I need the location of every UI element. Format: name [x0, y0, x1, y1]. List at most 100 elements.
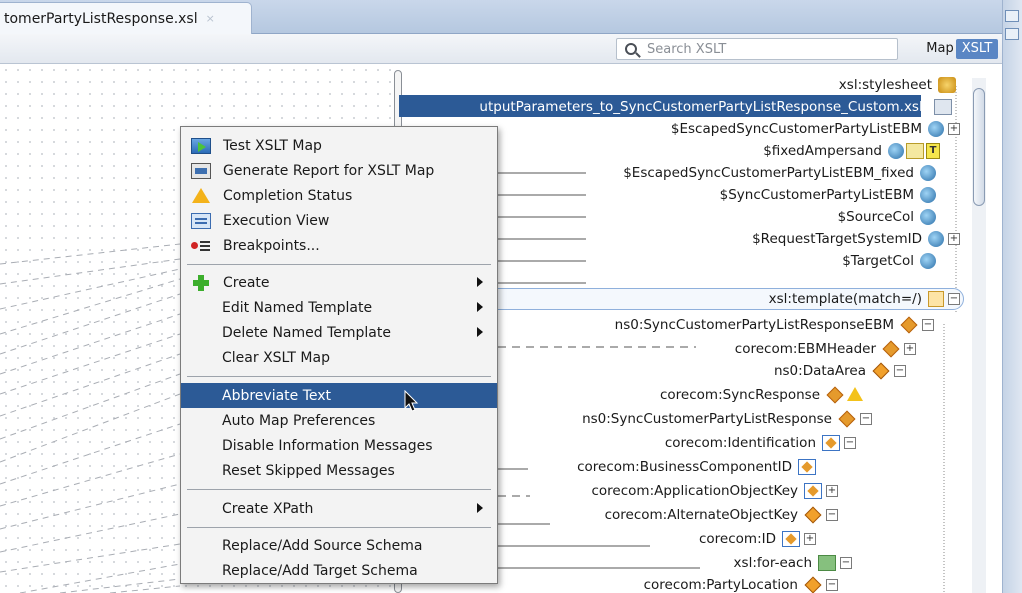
- execution-view-icon: [191, 212, 211, 229]
- expand-icon[interactable]: +: [804, 533, 816, 545]
- tree-row[interactable]: xsl:for-each −: [733, 552, 852, 574]
- tree-row[interactable]: ns0:SyncCustomerPartyListResponseEBM −: [614, 314, 934, 336]
- expand-icon[interactable]: +: [948, 123, 960, 135]
- tree-row[interactable]: $SourceCol: [837, 206, 936, 228]
- context-menu: Test XSLT Map Generate Report for XSLT M…: [180, 126, 498, 584]
- tree-row-label: corecom:AlternateObjectKey: [604, 507, 802, 523]
- menu-item-create-xpath[interactable]: Create XPath: [181, 496, 497, 521]
- element-icon: [804, 483, 822, 499]
- menu-item-create[interactable]: Create: [181, 270, 497, 295]
- search-icon: [625, 43, 637, 55]
- collapse-icon[interactable]: −: [826, 509, 838, 521]
- tree-row-label: corecom:Identification: [664, 435, 820, 451]
- menu-item-disable-information-messages[interactable]: Disable Information Messages: [181, 433, 497, 458]
- variable-icon: [928, 121, 944, 137]
- collapse-icon[interactable]: −: [844, 437, 856, 449]
- tree-row-label: $SourceCol: [837, 209, 918, 225]
- tree-row[interactable]: $RequestTargetSystemID +: [752, 228, 960, 250]
- menu-item-label: Auto Map Preferences: [222, 412, 376, 429]
- xslt-view-button[interactable]: XSLT: [956, 39, 998, 59]
- right-sidebar-strip: [1002, 0, 1022, 593]
- menu-item-delete-named-template[interactable]: Delete Named Template: [181, 320, 497, 345]
- collapse-icon[interactable]: −: [948, 293, 960, 305]
- expand-icon[interactable]: +: [904, 343, 916, 355]
- variable-icon: [920, 253, 936, 269]
- collapse-icon[interactable]: −: [894, 365, 906, 377]
- for-each-icon: [818, 555, 836, 571]
- menu-item-auto-map-preferences[interactable]: Auto Map Preferences: [181, 408, 497, 433]
- menu-item-generate-report[interactable]: Generate Report for XSLT Map: [181, 158, 497, 183]
- tree-row[interactable]: corecom:BusinessComponentID: [577, 456, 816, 478]
- menu-item-label: Execution View: [223, 212, 330, 229]
- template-icon: [928, 291, 944, 307]
- tree-scrollbar-thumb[interactable]: [973, 88, 985, 206]
- tree-row-label: $EscapedSyncCustomerPartyListEBM_fixed: [623, 165, 918, 181]
- warning-icon: [846, 387, 864, 403]
- tree-row[interactable]: corecom:AlternateObjectKey −: [604, 504, 838, 526]
- close-tab-icon[interactable]: ×: [206, 12, 215, 25]
- tree-row[interactable]: xsl:stylesheet: [838, 74, 956, 96]
- menu-item-replace-target-schema[interactable]: Replace/Add Target Schema: [181, 558, 497, 583]
- tree-row[interactable]: $SyncCustomerPartyListEBM: [719, 184, 936, 206]
- collapse-icon[interactable]: −: [922, 319, 934, 331]
- menu-item-clear-xslt-map[interactable]: Clear XSLT Map: [181, 345, 497, 370]
- expand-icon[interactable]: +: [826, 485, 838, 497]
- tree-row[interactable]: corecom:ApplicationObjectKey +: [591, 480, 838, 502]
- editor-tab-title: tomerPartyListResponse.xsl: [4, 10, 198, 27]
- menu-separator: [187, 264, 491, 265]
- menu-item-execution-view[interactable]: Execution View: [181, 208, 497, 233]
- element-icon: [882, 341, 900, 357]
- menu-item-abbreviate-text[interactable]: Abbreviate Text: [181, 383, 497, 408]
- play-icon: [191, 137, 211, 154]
- search-xslt-input[interactable]: Search XSLT: [616, 38, 898, 60]
- tree-row[interactable]: corecom:ID +: [699, 528, 816, 550]
- menu-item-reset-skipped-messages[interactable]: Reset Skipped Messages: [181, 458, 497, 483]
- tree-row[interactable]: $TargetCol: [842, 250, 936, 272]
- tree-row-selected[interactable]: utputParameters_to_SyncCustomerPartyList…: [479, 96, 952, 118]
- tree-row-label: corecom:ApplicationObjectKey: [591, 483, 802, 499]
- tree-row-label: ns0:SyncCustomerPartyListResponseEBM: [614, 317, 898, 333]
- menu-item-replace-source-schema[interactable]: Replace/Add Source Schema: [181, 533, 497, 558]
- submenu-arrow-icon: [477, 327, 483, 337]
- variable-icon: [920, 209, 936, 225]
- tree-row[interactable]: xsl:template(match=/) −: [769, 288, 960, 310]
- collapse-icon[interactable]: −: [840, 557, 852, 569]
- tree-row[interactable]: $fixedAmpersand T: [763, 140, 940, 162]
- menu-item-breakpoints[interactable]: Breakpoints...: [181, 233, 497, 258]
- sidebar-toggle-icon[interactable]: [1005, 10, 1019, 22]
- choice-icon: [804, 577, 822, 593]
- variable-icon: [920, 165, 936, 181]
- collapse-icon[interactable]: −: [826, 578, 838, 591]
- tree-row[interactable]: $EscapedSyncCustomerPartyListEBM +: [670, 118, 960, 140]
- expand-icon[interactable]: +: [948, 233, 960, 245]
- menu-separator: [187, 527, 491, 528]
- menu-item-completion-status[interactable]: Completion Status: [181, 183, 497, 208]
- element-icon: [838, 411, 856, 427]
- stylesheet-icon: [938, 77, 956, 93]
- menu-item-test-xslt-map[interactable]: Test XSLT Map: [181, 133, 497, 158]
- tree-row[interactable]: $EscapedSyncCustomerPartyListEBM_fixed: [623, 162, 936, 184]
- menu-item-label: Reset Skipped Messages: [222, 462, 395, 479]
- collapse-icon[interactable]: −: [860, 413, 872, 425]
- menu-item-edit-named-template[interactable]: Edit Named Template: [181, 295, 497, 320]
- tree-row[interactable]: corecom:SyncResponse: [660, 384, 864, 406]
- menu-item-label: Disable Information Messages: [222, 437, 433, 454]
- tree-row[interactable]: ns0:SyncCustomerPartyListResponse −: [582, 408, 872, 430]
- tree-row-label: ns0:SyncCustomerPartyListResponse: [582, 411, 836, 427]
- download-icon: [934, 99, 952, 115]
- breakpoints-icon: [191, 238, 211, 254]
- tree-row-label: xsl:stylesheet: [838, 77, 936, 93]
- tree-row[interactable]: corecom:Identification −: [664, 432, 856, 454]
- submenu-arrow-icon: [477, 302, 483, 312]
- tree-row[interactable]: corecom:EBMHeader +: [734, 338, 916, 360]
- menu-item-label: Abbreviate Text: [222, 387, 332, 404]
- choice-icon: [804, 507, 822, 523]
- editor-tab[interactable]: tomerPartyListResponse.xsl ×: [0, 2, 252, 34]
- sidebar-panel-icon[interactable]: [1005, 28, 1019, 40]
- tree-row[interactable]: corecom:PartyLocation −: [643, 576, 838, 593]
- search-placeholder: Search XSLT: [647, 41, 727, 57]
- map-view-button[interactable]: Map: [924, 39, 956, 59]
- menu-item-label: Breakpoints...: [223, 237, 320, 254]
- element-icon: [826, 387, 844, 403]
- tree-row[interactable]: ns0:DataArea −: [773, 360, 906, 382]
